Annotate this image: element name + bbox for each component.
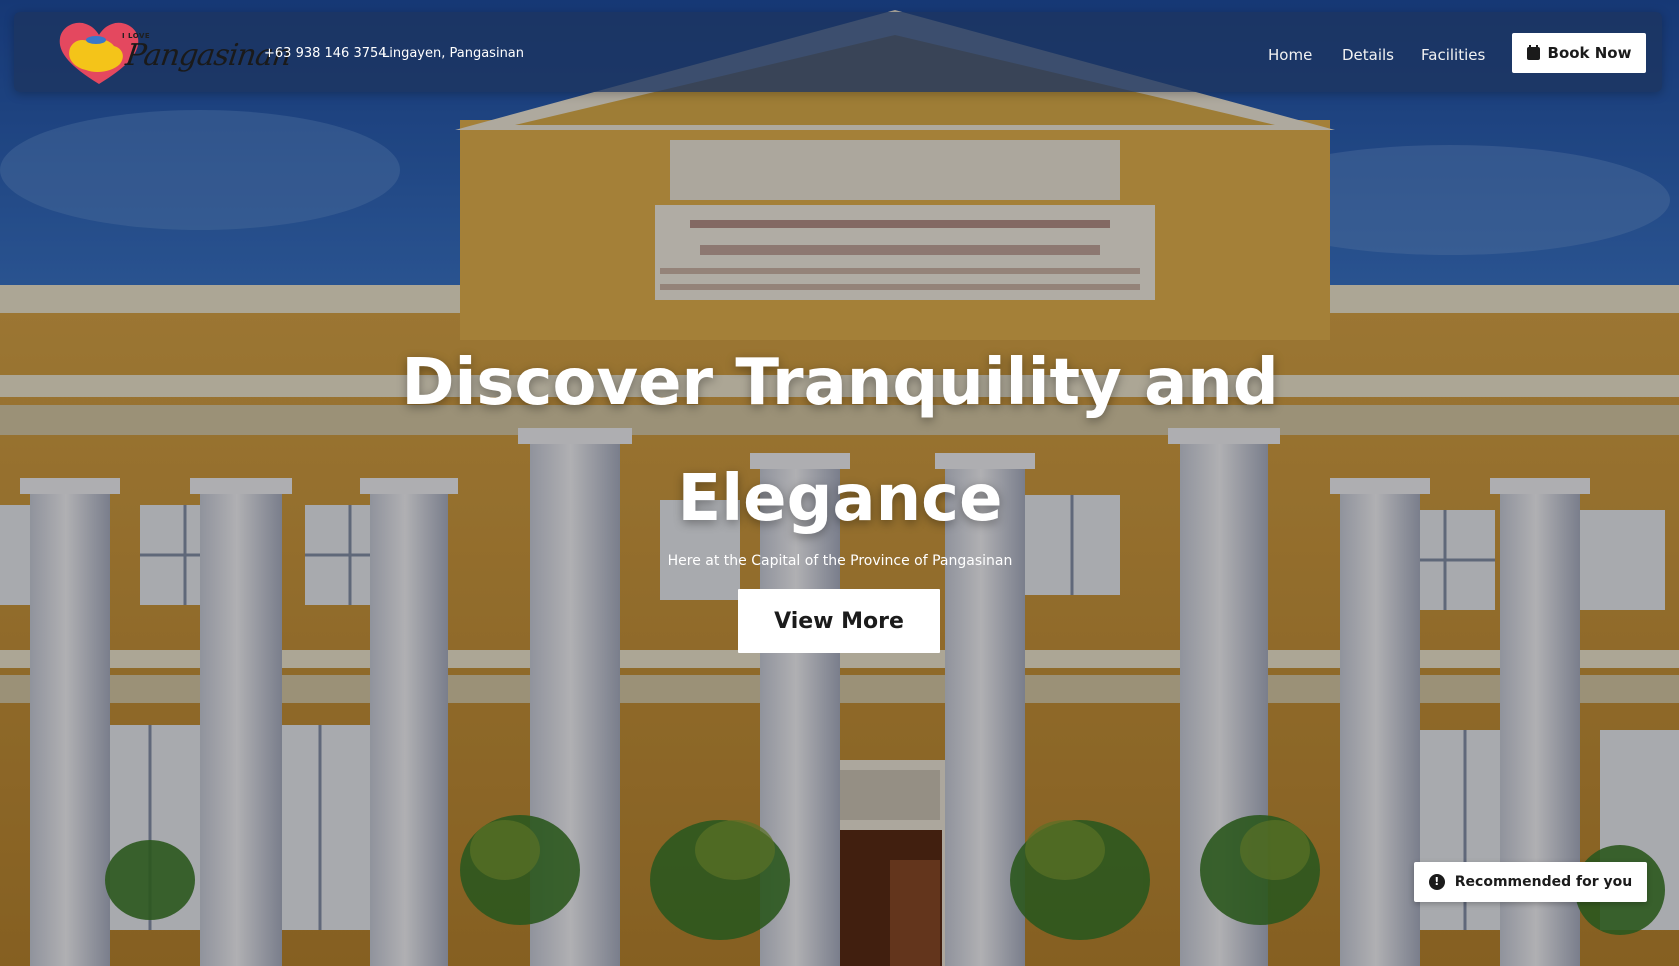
alert-circle-icon: ! — [1428, 874, 1445, 890]
hero-title: Discover Tranquility and Elegance — [401, 346, 1279, 536]
hero-subtitle: Here at the Capital of the Province of P… — [667, 553, 1013, 569]
nav-link-facilities[interactable]: Facilities — [1421, 46, 1485, 64]
nav-link-home[interactable]: Home — [1268, 46, 1312, 64]
calendar-icon — [1526, 44, 1540, 60]
nav-link-details[interactable]: Details — [1342, 46, 1394, 64]
site-logo[interactable]: I LOVE Pangasinan — [56, 18, 293, 88]
book-now-label: Book Now — [1547, 44, 1632, 62]
top-navbar: I LOVE Pangasinan +63 938 146 3754 Linga… — [14, 12, 1662, 92]
book-now-button[interactable]: Book Now — [1512, 33, 1646, 73]
recommended-label: Recommended for you — [1454, 874, 1633, 890]
view-more-button[interactable]: View More — [738, 589, 940, 653]
location-text: Lingayen, Pangasinan — [382, 46, 525, 61]
phone-number: +63 938 146 3754 — [264, 46, 387, 61]
recommended-badge[interactable]: ! Recommended for you — [1414, 862, 1647, 902]
